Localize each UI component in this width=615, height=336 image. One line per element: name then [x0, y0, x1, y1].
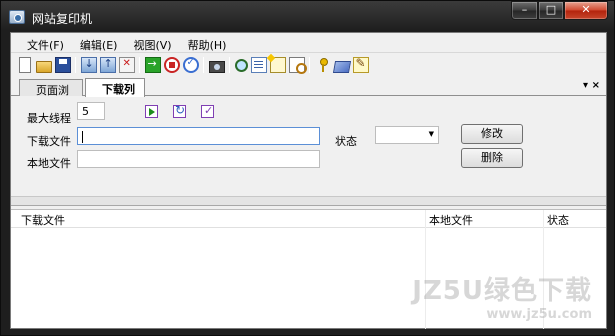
- list-header: 下载文件 本地文件 状态: [11, 210, 606, 228]
- toolbar-separator: [229, 57, 230, 73]
- delete-button[interactable]: 删除: [461, 148, 523, 168]
- menu-view[interactable]: 视图(V): [125, 33, 179, 53]
- play-icon[interactable]: [145, 105, 158, 118]
- save-icon[interactable]: [54, 57, 71, 73]
- menu-bar: 文件(F) 编辑(E) 视图(V) 帮助(H): [11, 33, 606, 53]
- confirm-icon[interactable]: [201, 104, 214, 118]
- modify-button[interactable]: 修改: [461, 124, 523, 144]
- toolbar-separator: [309, 57, 310, 73]
- move-up-icon[interactable]: [99, 57, 116, 73]
- local-file-input[interactable]: [77, 150, 320, 168]
- edit-icon[interactable]: [352, 56, 369, 73]
- download-list[interactable]: 下载文件 本地文件 状态 JZ5U绿色下载 www.jz5u.com: [11, 209, 606, 329]
- list-icon[interactable]: [250, 57, 267, 73]
- tab-close-icon[interactable]: ×: [592, 80, 600, 91]
- splitter[interactable]: [11, 196, 606, 206]
- stop-icon[interactable]: [163, 57, 180, 73]
- local-file-label: 本地文件: [27, 157, 71, 170]
- status-dropdown[interactable]: [375, 126, 439, 144]
- key-icon[interactable]: [315, 57, 331, 73]
- toolbar-separator: [139, 57, 140, 73]
- app-window: 网站复印机 – □ ✕ 文件(F) 编辑(E) 视图(V) 帮助(H) ↓ ↑ …: [0, 0, 615, 336]
- refresh-icon[interactable]: [173, 103, 186, 118]
- max-threads-input[interactable]: 5: [77, 102, 105, 120]
- text-caret: [82, 131, 83, 143]
- toolbar: [11, 54, 606, 76]
- tab-page-browse[interactable]: 页面浏览: [19, 79, 83, 113]
- toolbar-separator: [75, 57, 76, 73]
- client-area: 文件(F) 编辑(E) 视图(V) 帮助(H) ↓ ↑ ✕ → ✓ ✎ 页面浏 …: [10, 32, 607, 329]
- delete-icon[interactable]: [118, 57, 135, 73]
- download-settings-panel: 最大线程 5 下载文件 状态 修改 删除 本地文件: [11, 97, 606, 196]
- new-item-icon[interactable]: [269, 57, 286, 73]
- tab-download-list[interactable]: 下载列表: [85, 78, 145, 112]
- new-file-icon[interactable]: [19, 57, 31, 73]
- column-header-download-file[interactable]: 下载文件: [21, 212, 65, 228]
- column-header-status[interactable]: 状态: [547, 212, 569, 228]
- close-button[interactable]: ✕: [564, 1, 608, 20]
- screenshot-icon[interactable]: [208, 60, 225, 73]
- toolbar-separator: [203, 57, 204, 73]
- watermark: JZ5U绿色下载 www.jz5u.com: [412, 270, 592, 322]
- menu-file[interactable]: 文件(F): [11, 33, 72, 53]
- max-threads-label: 最大线程: [27, 112, 71, 125]
- column-header-local-file[interactable]: 本地文件: [429, 212, 473, 228]
- start-icon[interactable]: [144, 57, 161, 73]
- tab-dropdown-icon[interactable]: ▾: [583, 80, 588, 91]
- open-folder-icon[interactable]: [35, 60, 52, 73]
- find-in-page-icon[interactable]: [288, 57, 307, 74]
- watermark-line-2: www.jz5u.com: [486, 307, 592, 322]
- minimize-button[interactable]: –: [511, 1, 538, 20]
- app-icon: [9, 10, 25, 24]
- status-label: 状态: [335, 135, 357, 148]
- search-icon[interactable]: [234, 58, 248, 72]
- title-bar: 网站复印机 – □ ✕: [1, 1, 614, 32]
- window-controls: – □ ✕: [511, 1, 608, 21]
- tab-strip: 页面浏览 下载列表 ▾ ×: [11, 78, 606, 113]
- check-icon[interactable]: [182, 57, 199, 73]
- maximize-button[interactable]: □: [538, 1, 564, 20]
- move-down-icon[interactable]: [80, 57, 97, 73]
- menu-edit[interactable]: 编辑(E): [72, 33, 126, 53]
- window-title: 网站复印机: [32, 12, 93, 26]
- watermark-line-1: JZ5U绿色下载: [412, 276, 592, 306]
- book-icon[interactable]: [332, 60, 351, 73]
- download-file-input[interactable]: [77, 127, 320, 145]
- download-file-label: 下载文件: [27, 135, 71, 148]
- menu-help[interactable]: 帮助(H): [180, 33, 235, 53]
